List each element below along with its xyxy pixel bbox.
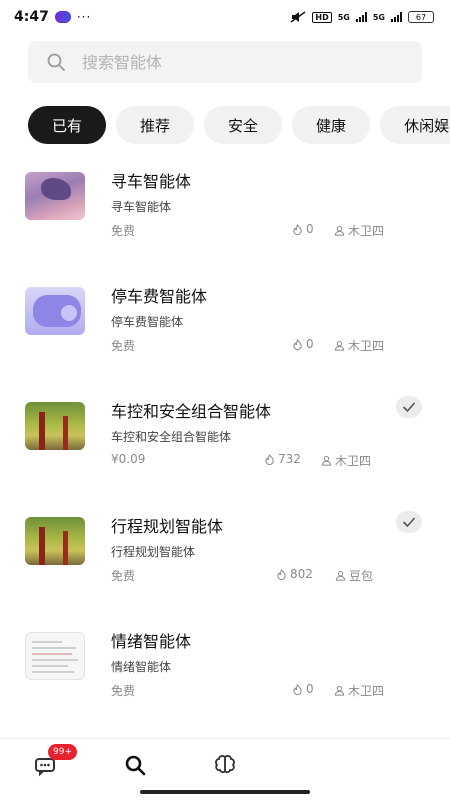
signal-icon [355, 12, 367, 22]
agent-item[interactable]: 车控和安全组合智能体 车控和安全组合智能体 ¥0.09 732 木卫四 [0, 390, 450, 505]
search-icon [125, 755, 146, 776]
agent-usage: 732 [264, 452, 301, 466]
agent-author-name: 木卫四 [348, 339, 385, 353]
agent-usage-count: 732 [278, 452, 301, 466]
agent-price: 免费 [111, 339, 136, 353]
agent-thumbnail [25, 402, 85, 450]
nav-search[interactable] [121, 751, 149, 779]
flame-icon [265, 453, 274, 465]
messages-badge: 99+ [48, 744, 77, 760]
agent-usage-count: 0 [306, 222, 314, 236]
flame-icon [293, 223, 302, 235]
agent-thumbnail [25, 517, 85, 565]
added-check-button[interactable] [396, 396, 422, 418]
agent-author-name: 木卫四 [335, 454, 372, 468]
agent-usage-count: 0 [306, 337, 314, 351]
agent-usage-count: 0 [306, 682, 314, 696]
agent-subtitle: 停车费智能体 [111, 315, 184, 329]
battery-icon: 67 [408, 11, 434, 23]
agent-author: 豆包 [335, 567, 373, 584]
nav-brain[interactable] [211, 751, 239, 779]
user-icon [334, 685, 345, 696]
search-icon [47, 53, 65, 71]
brain-icon [215, 755, 235, 774]
flame-icon [277, 568, 286, 580]
app-notification-icon [54, 11, 71, 23]
user-icon [334, 340, 345, 351]
agent-price: 免费 [111, 224, 136, 238]
agent-title: 车控和安全组合智能体 [111, 402, 272, 421]
agent-subtitle: 行程规划智能体 [111, 545, 196, 559]
agent-item[interactable]: 停车费智能体 停车费智能体 免费 0 木卫四 [0, 275, 450, 390]
agent-author-name: 木卫四 [348, 224, 385, 238]
agent-usage: 0 [292, 337, 314, 351]
agent-list: 寻车智能体 寻车智能体 免费 0 木卫四 停车费智能体 停车费智能体 免费 0 … [0, 160, 450, 735]
added-check-button[interactable] [396, 511, 422, 533]
agent-price: 免费 [111, 569, 136, 583]
check-icon [402, 517, 416, 528]
mute-icon [290, 11, 306, 23]
agent-title: 寻车智能体 [111, 172, 192, 191]
chip-leisure[interactable]: 休闲娱 [380, 106, 450, 144]
agent-price: 免费 [111, 684, 136, 698]
home-indicator[interactable] [140, 790, 310, 794]
search-input[interactable] [82, 52, 382, 72]
agent-usage: 0 [292, 222, 314, 236]
user-icon [321, 455, 332, 466]
agent-thumbnail [25, 287, 85, 335]
agent-usage: 0 [292, 682, 314, 696]
user-icon [334, 225, 345, 236]
agent-subtitle: 寻车智能体 [111, 200, 172, 214]
network-label-1: 5G [337, 12, 350, 22]
agent-usage: 802 [276, 567, 313, 581]
network-label-2: 5G [372, 12, 385, 22]
chip-safety[interactable]: 安全 [204, 106, 283, 144]
user-icon [335, 570, 346, 581]
agent-author-name: 豆包 [349, 569, 374, 583]
agent-title: 停车费智能体 [111, 287, 208, 306]
agent-author-name: 木卫四 [348, 684, 385, 698]
agent-item[interactable]: 情绪智能体 情绪智能体 免费 0 木卫四 [0, 620, 450, 735]
signal-icon-2 [391, 12, 402, 22]
agent-subtitle: 情绪智能体 [111, 660, 172, 674]
agent-item[interactable]: 寻车智能体 寻车智能体 免费 0 木卫四 [0, 160, 450, 275]
agent-author: 木卫四 [334, 337, 384, 354]
category-tabs: 已有 推荐 安全 健康 休闲娱 [28, 106, 450, 144]
chip-owned[interactable]: 已有 [28, 106, 107, 144]
flame-icon [293, 683, 302, 695]
agent-price: ¥0.09 [111, 452, 146, 466]
agent-thumbnail [25, 632, 85, 680]
search-bar[interactable] [28, 41, 422, 83]
agent-thumbnail [25, 172, 85, 220]
agent-usage-count: 802 [290, 567, 313, 581]
agent-title: 行程规划智能体 [111, 517, 224, 536]
flame-icon [293, 338, 302, 350]
agent-author: 木卫四 [334, 682, 384, 699]
status-bar: 4:47 ··· HD 5G 5G 67 [0, 0, 450, 34]
chip-health[interactable]: 健康 [292, 106, 371, 144]
more-notifications-icon: ··· [76, 10, 92, 24]
agent-author: 木卫四 [321, 452, 371, 469]
agent-author: 木卫四 [334, 222, 384, 239]
check-icon [402, 402, 416, 413]
status-time: 4:47 [14, 9, 49, 25]
agent-subtitle: 车控和安全组合智能体 [111, 430, 232, 444]
hd-icon: HD [312, 11, 332, 23]
agent-item[interactable]: 行程规划智能体 行程规划智能体 免费 802 豆包 [0, 505, 450, 620]
chip-recommended[interactable]: 推荐 [116, 106, 195, 144]
agent-title: 情绪智能体 [111, 632, 192, 651]
